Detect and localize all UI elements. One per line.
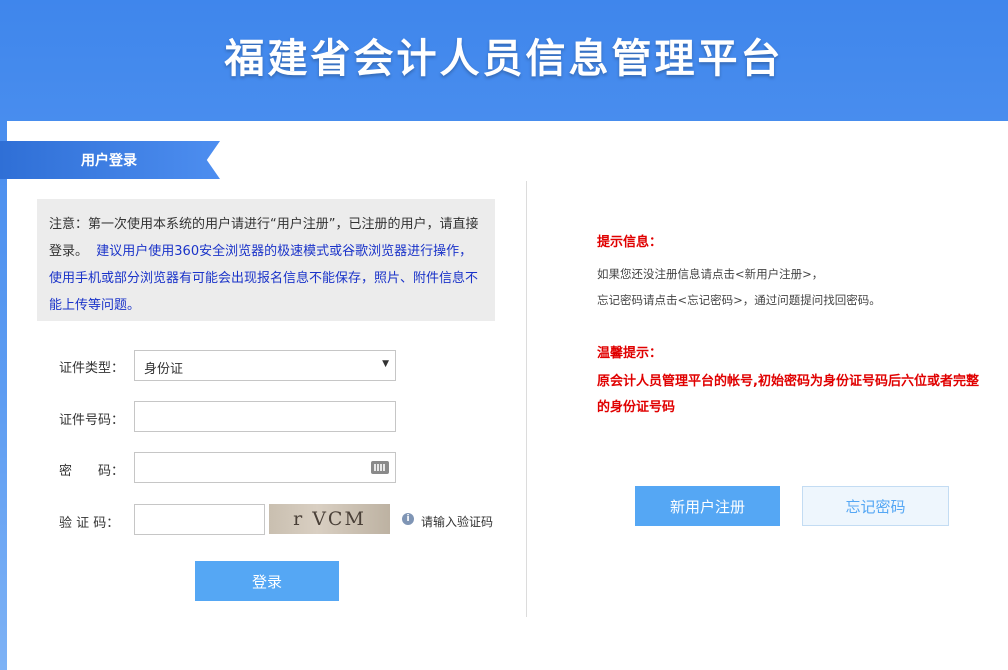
id-number-input[interactable] [134, 401, 396, 432]
id-type-select[interactable]: 身份证 ▼ [134, 350, 396, 381]
warm-tips-text: 原会计人员管理平台的帐号,初始密码为身份证号码后六位或者完整的身份证号码 [597, 374, 979, 415]
login-panel: 用户登录 注意：第一次使用本系统的用户请进行“用户注册”，已注册的用户，请直接登… [0, 121, 1008, 670]
register-button[interactable]: 新用户注册 [635, 486, 780, 526]
password-input[interactable] [134, 452, 396, 483]
forgot-password-button[interactable]: 忘记密码 [802, 486, 949, 526]
tab-login: 用户登录 [81, 153, 137, 169]
captcha-hint: 请输入验证码 [421, 515, 494, 529]
page-title: 福建省会计人员信息管理平台 [224, 35, 784, 82]
captcha-label: 验 证 码： [59, 516, 120, 531]
tips-title: 提示信息： [597, 235, 663, 250]
id-number-label: 证件号码： [59, 413, 125, 428]
login-button[interactable]: 登录 [195, 561, 339, 601]
vertical-divider [526, 181, 527, 617]
chevron-down-icon: ▼ [382, 359, 389, 369]
notice-box: 注意：第一次使用本系统的用户请进行“用户注册”，已注册的用户，请直接登录。 建议… [37, 199, 495, 321]
captcha-input[interactable] [134, 504, 265, 535]
id-type-label: 证件类型： [59, 361, 125, 376]
keyboard-icon[interactable] [371, 461, 389, 474]
captcha-image[interactable]: r VCM [269, 504, 390, 534]
info-icon: i [402, 513, 414, 525]
warm-tips-title: 温馨提示： [597, 346, 663, 361]
password-label: 密 码： [59, 464, 125, 479]
tips-line-1: 如果您还没注册信息请点击<新用户注册>， [597, 267, 824, 281]
notice-browser-advice: 建议用户使用360安全浏览器的极速模式或谷歌浏览器进行操作，使用手机或部分浏览器… [49, 244, 479, 313]
id-type-selected: 身份证 [144, 362, 184, 377]
tips-line-2: 忘记密码请点击<忘记密码>，通过问题提问找回密码。 [597, 293, 881, 307]
